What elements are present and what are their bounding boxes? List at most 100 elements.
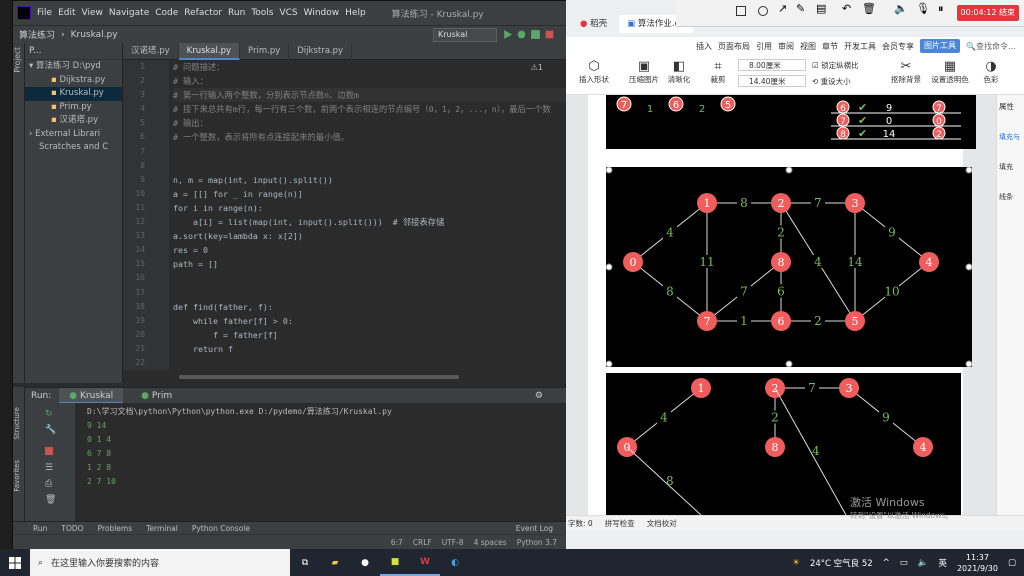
task-view-icon[interactable]: ⧉ bbox=[290, 549, 320, 576]
scrollbar-thumb[interactable] bbox=[179, 375, 459, 379]
height-input[interactable]: 8.00厘米 bbox=[738, 59, 806, 71]
reset-size-button[interactable]: ⟲ 重设大小 bbox=[812, 76, 851, 87]
menu-vcs[interactable]: VCS bbox=[279, 8, 297, 18]
resize-handle[interactable] bbox=[965, 167, 972, 174]
editor-horizontal-scrollbar[interactable] bbox=[169, 370, 567, 384]
event-log-button[interactable]: Event Log bbox=[516, 524, 553, 533]
taskbar-search[interactable]: ⌕ 在这里输入你要搜索的内容 bbox=[30, 549, 290, 576]
ribbon-tab-layout[interactable]: 页面布局 bbox=[718, 41, 750, 52]
resize-handle[interactable] bbox=[785, 167, 793, 174]
ime-indicator[interactable]: 英 bbox=[938, 557, 947, 569]
code-line[interactable]: a = [[] for _ in range(n)] bbox=[173, 187, 567, 201]
highlighter-icon[interactable]: ▤ bbox=[816, 2, 826, 15]
network-icon[interactable]: ▭ bbox=[900, 558, 908, 568]
weather-text[interactable]: 24°C 空气良 52 bbox=[810, 557, 873, 569]
menu-file[interactable]: File bbox=[37, 8, 52, 18]
clock[interactable]: 11:37 2021/9/30 bbox=[957, 552, 998, 574]
width-input[interactable]: 14.40厘米 bbox=[738, 75, 806, 87]
code-line[interactable]: path = [] bbox=[173, 257, 567, 271]
wrench-icon[interactable]: 🔧 bbox=[45, 425, 56, 435]
delete-icon[interactable]: 🗑 bbox=[862, 2, 876, 15]
tab-kruskal[interactable]: Kruskal.py bbox=[178, 43, 240, 60]
wps-taskbar-icon[interactable]: W bbox=[410, 549, 440, 576]
resize-handle[interactable] bbox=[606, 167, 613, 174]
file-encoding[interactable]: UTF-8 bbox=[442, 538, 464, 547]
code-line[interactable]: # 输出： bbox=[173, 116, 567, 130]
tree-item-external-libraries[interactable]: › External Librari bbox=[25, 128, 122, 142]
bottom-tab-python-console[interactable]: Python Console bbox=[192, 524, 250, 533]
rerun-icon[interactable]: ↻ bbox=[45, 409, 53, 419]
ribbon-tab-view[interactable]: 视图 bbox=[800, 41, 816, 52]
ribbon-tab-dev[interactable]: 开发工具 bbox=[844, 41, 876, 52]
notification-icon[interactable]: ▢ bbox=[1008, 558, 1016, 568]
bottom-tab-todo[interactable]: TODO bbox=[61, 524, 83, 533]
coverage-icon[interactable] bbox=[530, 29, 541, 40]
code-line[interactable] bbox=[173, 145, 567, 159]
favorites-tool-button[interactable]: Favorites bbox=[13, 460, 21, 492]
code-line[interactable] bbox=[173, 356, 567, 370]
stop-icon[interactable] bbox=[544, 29, 555, 40]
tree-item-hanoi[interactable]: ▪ 汉诺塔.py bbox=[25, 114, 122, 128]
fill-option[interactable]: 填充 bbox=[999, 162, 1024, 172]
edge-icon[interactable]: ◐ bbox=[440, 549, 470, 576]
tree-item-prim[interactable]: ▪ Prim.py bbox=[25, 101, 122, 115]
ribbon-tab-reference[interactable]: 引用 bbox=[756, 41, 772, 52]
print-icon[interactable]: ⎙ bbox=[45, 479, 52, 489]
tree-item-dijkstra[interactable]: ▪ Dijkstra.py bbox=[25, 74, 122, 88]
set-transparent-button[interactable]: ▦ 设置透明色 bbox=[928, 59, 972, 85]
recording-timer-stop[interactable]: 00:04:12 结束 bbox=[956, 5, 1019, 21]
code-line[interactable]: # 一个整数，表示将所有点连接起来的最小值。 bbox=[173, 130, 567, 144]
code-line[interactable] bbox=[173, 286, 567, 300]
resize-handle[interactable] bbox=[606, 263, 613, 271]
code-line[interactable]: # 问题描述： bbox=[173, 60, 567, 74]
resize-handle[interactable] bbox=[785, 360, 793, 367]
microphone-icon[interactable]: 🎙 bbox=[916, 2, 930, 15]
project-panel-header[interactable]: P... bbox=[25, 43, 122, 60]
code-line[interactable]: n, m = map(int, input().split()) bbox=[173, 173, 567, 187]
resize-handle[interactable] bbox=[606, 360, 613, 367]
code-line[interactable]: return f bbox=[173, 342, 567, 356]
code-line[interactable]: a.sort(key=lambda x: x[2]) bbox=[173, 229, 567, 243]
fill-line-tab[interactable]: 填充与 bbox=[999, 132, 1024, 142]
code-line[interactable] bbox=[173, 271, 567, 285]
run-tab-kruskal[interactable]: ● Kruskal bbox=[59, 387, 124, 404]
ribbon-tab-section[interactable]: 章节 bbox=[822, 41, 838, 52]
project-tool-button[interactable]: Project bbox=[13, 47, 22, 73]
ribbon-tab-insert[interactable]: 插入 bbox=[696, 41, 712, 52]
menu-edit[interactable]: Edit bbox=[58, 8, 75, 18]
breadcrumb-file[interactable]: Kruskal.py bbox=[71, 30, 118, 40]
layout-icon[interactable]: ☰ bbox=[45, 463, 53, 473]
run-config-select[interactable]: Kruskal bbox=[433, 28, 497, 42]
arrow-tool-icon[interactable]: ↗ bbox=[778, 2, 787, 15]
line-option[interactable]: 线条 bbox=[999, 192, 1024, 202]
chevron-up-icon[interactable]: ^ bbox=[883, 558, 890, 568]
ribbon-tab-picture-tools[interactable]: 图片工具 bbox=[920, 39, 960, 53]
breadcrumb-project[interactable]: 算法练习 bbox=[19, 28, 55, 41]
speaker-icon[interactable]: 🔈 bbox=[894, 2, 908, 15]
trash-icon[interactable]: 🗑 bbox=[45, 495, 56, 505]
tab-prim[interactable]: Prim.py bbox=[240, 43, 290, 60]
code-line[interactable]: f = father[f] bbox=[173, 328, 567, 342]
top-partial-image[interactable]: 7 6 5 1 2 6 ✔ 9 7 7 ✔ 0 0 8 ✔ 14 2 bbox=[606, 95, 976, 149]
code-line[interactable]: a[i] = list(map(int, input().split())) #… bbox=[173, 215, 567, 229]
lock-aspect-checkbox[interactable]: ☑ 锁定纵横比 bbox=[812, 60, 859, 71]
pause-icon[interactable]: ⏸ bbox=[938, 2, 944, 16]
tab-hanoi[interactable]: 汉诺塔.py bbox=[123, 43, 179, 60]
qq-icon[interactable]: ● bbox=[350, 549, 380, 576]
code-editor[interactable]: # 问题描述： # 输入： # 第一行输入两个整数，分别表示节点数n、边数m # 接下… bbox=[169, 60, 567, 370]
ellipse-tool-icon[interactable] bbox=[758, 6, 768, 16]
bottom-tab-run[interactable]: Run bbox=[33, 524, 47, 533]
menu-navigate[interactable]: Navigate bbox=[109, 8, 149, 18]
ribbon-tab-review[interactable]: 审阅 bbox=[778, 41, 794, 52]
pycharm-taskbar-icon[interactable]: ■ bbox=[380, 549, 410, 576]
structure-tool-button[interactable]: Structure bbox=[13, 407, 21, 440]
sharpen-button[interactable]: ◧ 清晰化 bbox=[664, 59, 694, 85]
indent-setting[interactable]: 4 spaces bbox=[474, 538, 507, 547]
code-line[interactable]: while father[f] > 0: bbox=[173, 314, 567, 328]
tree-item-kruskal[interactable]: ▪ Kruskal.py bbox=[25, 87, 122, 101]
menu-refactor[interactable]: Refactor bbox=[184, 8, 222, 18]
stop-icon[interactable] bbox=[45, 447, 53, 455]
menu-view[interactable]: View bbox=[82, 8, 103, 18]
tab-dijkstra[interactable]: Dijkstra.py bbox=[289, 43, 353, 60]
run-console[interactable]: D:\学习文档\python\Python\python.exe D:/pyde… bbox=[75, 403, 567, 521]
